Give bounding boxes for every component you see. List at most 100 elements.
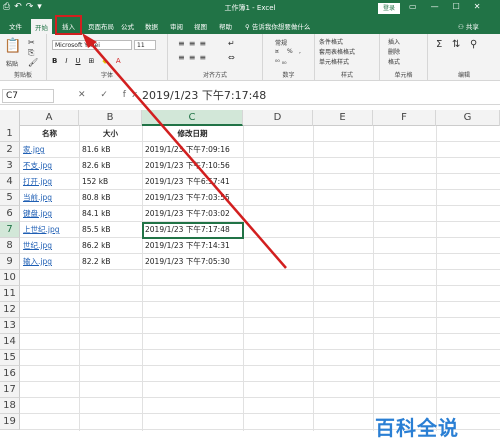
row-header[interactable]: 12 (0, 302, 20, 318)
file-size-cell[interactable]: 81.6 kB (79, 142, 142, 158)
percent-button[interactable]: % (287, 48, 293, 55)
tab-help[interactable]: 帮助 (219, 21, 232, 31)
row-header[interactable]: 9 (0, 254, 20, 270)
horizontal-align-icons[interactable]: ≡≡≡ (178, 53, 210, 62)
row-header[interactable]: 15 (0, 350, 20, 366)
paste-icon[interactable]: 📋 (4, 38, 21, 54)
underline-button[interactable]: U (75, 57, 80, 65)
file-name-link[interactable]: 家.jpg (20, 142, 79, 158)
file-name-link[interactable]: 当前.jpg (20, 190, 79, 206)
select-all-corner[interactable] (0, 110, 20, 126)
italic-button[interactable]: I (65, 57, 67, 65)
row-header[interactable]: 8 (0, 238, 20, 254)
currency-icon[interactable]: ¤ (275, 48, 279, 55)
header-cell-name[interactable]: 名称 (20, 126, 79, 142)
row-header[interactable]: 10 (0, 270, 20, 286)
row-header[interactable]: 5 (0, 190, 20, 206)
header-cell-size[interactable]: 大小 (79, 126, 142, 142)
comma-button[interactable]: , (299, 48, 301, 55)
column-header-e[interactable]: E (313, 110, 373, 126)
close-icon[interactable]: ✕ (474, 2, 481, 11)
share-button[interactable]: ⚇ 共享 (458, 21, 479, 31)
row-header[interactable]: 13 (0, 318, 20, 334)
file-size-cell[interactable]: 84.1 kB (79, 206, 142, 222)
merge-center-icon[interactable]: ⇔ (228, 53, 235, 62)
file-name-link[interactable]: 世纪.jpg (20, 238, 79, 254)
formula-input[interactable]: 2019/1/23 下午7:17:48 (142, 89, 266, 103)
font-color-icon[interactable]: A (116, 57, 121, 65)
modified-date-cell[interactable]: 2019/1/23 下午7:14:31 (142, 238, 243, 254)
tab-file[interactable]: 文件 (9, 21, 22, 31)
delete-cells-button[interactable]: 删除 (388, 47, 400, 56)
borders-icon[interactable]: ⊞ (89, 57, 95, 65)
file-name-link[interactable]: 键盘.jpg (20, 206, 79, 222)
column-header-b[interactable]: B (79, 110, 142, 126)
login-button[interactable]: 登录 (378, 3, 400, 14)
row-header[interactable]: 4 (0, 174, 20, 190)
sort-filter-icon[interactable]: ⇅ (452, 39, 460, 50)
insert-cells-button[interactable]: 插入 (388, 37, 400, 46)
file-size-cell[interactable]: 85.5 kB (79, 222, 142, 238)
fill-color-icon[interactable]: ◆ (102, 57, 107, 65)
row-header[interactable]: 11 (0, 286, 20, 302)
column-header-a[interactable]: A (20, 110, 79, 126)
tab-view[interactable]: 视图 (194, 21, 207, 31)
paste-label[interactable]: 粘贴 (6, 59, 18, 68)
file-name-link[interactable]: 不支.jpg (20, 158, 79, 174)
font-name-select[interactable]: Microsoft Yahei (52, 40, 132, 50)
file-size-cell[interactable]: 86.2 kB (79, 238, 142, 254)
worksheet[interactable]: A B C D E F G 1 2 3 4 5 6 7 8 9 10 11 12 13 14 15 16 17 1… (0, 33, 500, 431)
tab-home[interactable]: 开始 (31, 19, 52, 34)
tab-review[interactable]: 审阅 (170, 21, 183, 31)
file-size-cell[interactable]: 82.2 kB (79, 254, 142, 270)
row-header[interactable]: 16 (0, 366, 20, 382)
bold-button[interactable]: B (52, 57, 57, 65)
modified-date-cell[interactable]: 2019/1/23 下午7:03:55 (142, 190, 243, 206)
conditional-formatting-button[interactable]: 条件格式 (319, 37, 343, 46)
column-header-g[interactable]: G (436, 110, 500, 126)
active-cell-c7[interactable] (142, 222, 244, 239)
row-header[interactable]: 14 (0, 334, 20, 350)
modified-date-cell[interactable]: 2019/1/23 下午7:05:30 (142, 254, 243, 270)
row-header[interactable]: 19 (0, 414, 20, 430)
file-name-link[interactable]: 输入.jpg (20, 254, 79, 270)
number-format-select[interactable]: 常规 (275, 38, 287, 47)
tab-formulas[interactable]: 公式 (121, 21, 134, 31)
file-name-link[interactable]: 上世纪.jpg (20, 222, 79, 238)
column-header-f[interactable]: F (373, 110, 436, 126)
row-header[interactable]: 18 (0, 398, 20, 414)
modified-date-cell[interactable]: 2019/1/23 下午7:03:02 (142, 206, 243, 222)
font-size-select[interactable]: 11 (134, 40, 156, 50)
row-header[interactable]: 17 (0, 382, 20, 398)
format-painter-icon[interactable]: 🖌 (28, 58, 38, 67)
file-size-cell[interactable]: 82.6 kB (79, 158, 142, 174)
autosum-icon[interactable]: Σ (436, 39, 442, 50)
ribbon-display-options-icon[interactable]: ▭ (409, 2, 417, 11)
row-header[interactable]: 2 (0, 142, 20, 158)
format-as-table-button[interactable]: 套用表格格式 (319, 47, 355, 56)
name-box[interactable]: C7 (2, 89, 54, 103)
column-header-c[interactable]: C (142, 110, 243, 126)
row-header[interactable]: 1 (0, 126, 20, 142)
row-header[interactable]: 6 (0, 206, 20, 222)
decimal-buttons[interactable]: ⁰⁰ ₀₀ (275, 59, 287, 66)
tab-page-layout[interactable]: 页面布局 (88, 21, 114, 31)
row-header[interactable]: 3 (0, 158, 20, 174)
minimize-icon[interactable]: — (431, 2, 439, 11)
tab-data[interactable]: 数据 (145, 21, 158, 31)
maximize-icon[interactable]: ☐ (453, 2, 460, 11)
modified-date-cell[interactable]: 2019/1/23 下午7:10:56 (142, 158, 243, 174)
wrap-text-icon[interactable]: ↵ (228, 39, 235, 48)
file-name-link[interactable]: 打开.jpg (20, 174, 79, 190)
cell-styles-button[interactable]: 单元格样式 (319, 57, 349, 66)
row-header[interactable]: 7 (0, 222, 20, 238)
formula-bar-buttons[interactable]: ✕ ✓ fx (78, 90, 143, 100)
header-cell-date[interactable]: 修改日期 (142, 126, 243, 142)
vertical-align-icons[interactable]: ≡≡≡ (178, 39, 210, 48)
modified-date-cell[interactable]: 2019/1/23 下午7:09:16 (142, 142, 243, 158)
tell-me-search[interactable]: ⚲ 告诉我你想要做什么 (245, 21, 310, 31)
copy-icon[interactable]: ⎘ (28, 48, 34, 58)
cut-icon[interactable]: ✂ (28, 38, 35, 47)
format-cells-button[interactable]: 格式 (388, 57, 400, 66)
file-size-cell[interactable]: 152 kB (79, 174, 142, 190)
